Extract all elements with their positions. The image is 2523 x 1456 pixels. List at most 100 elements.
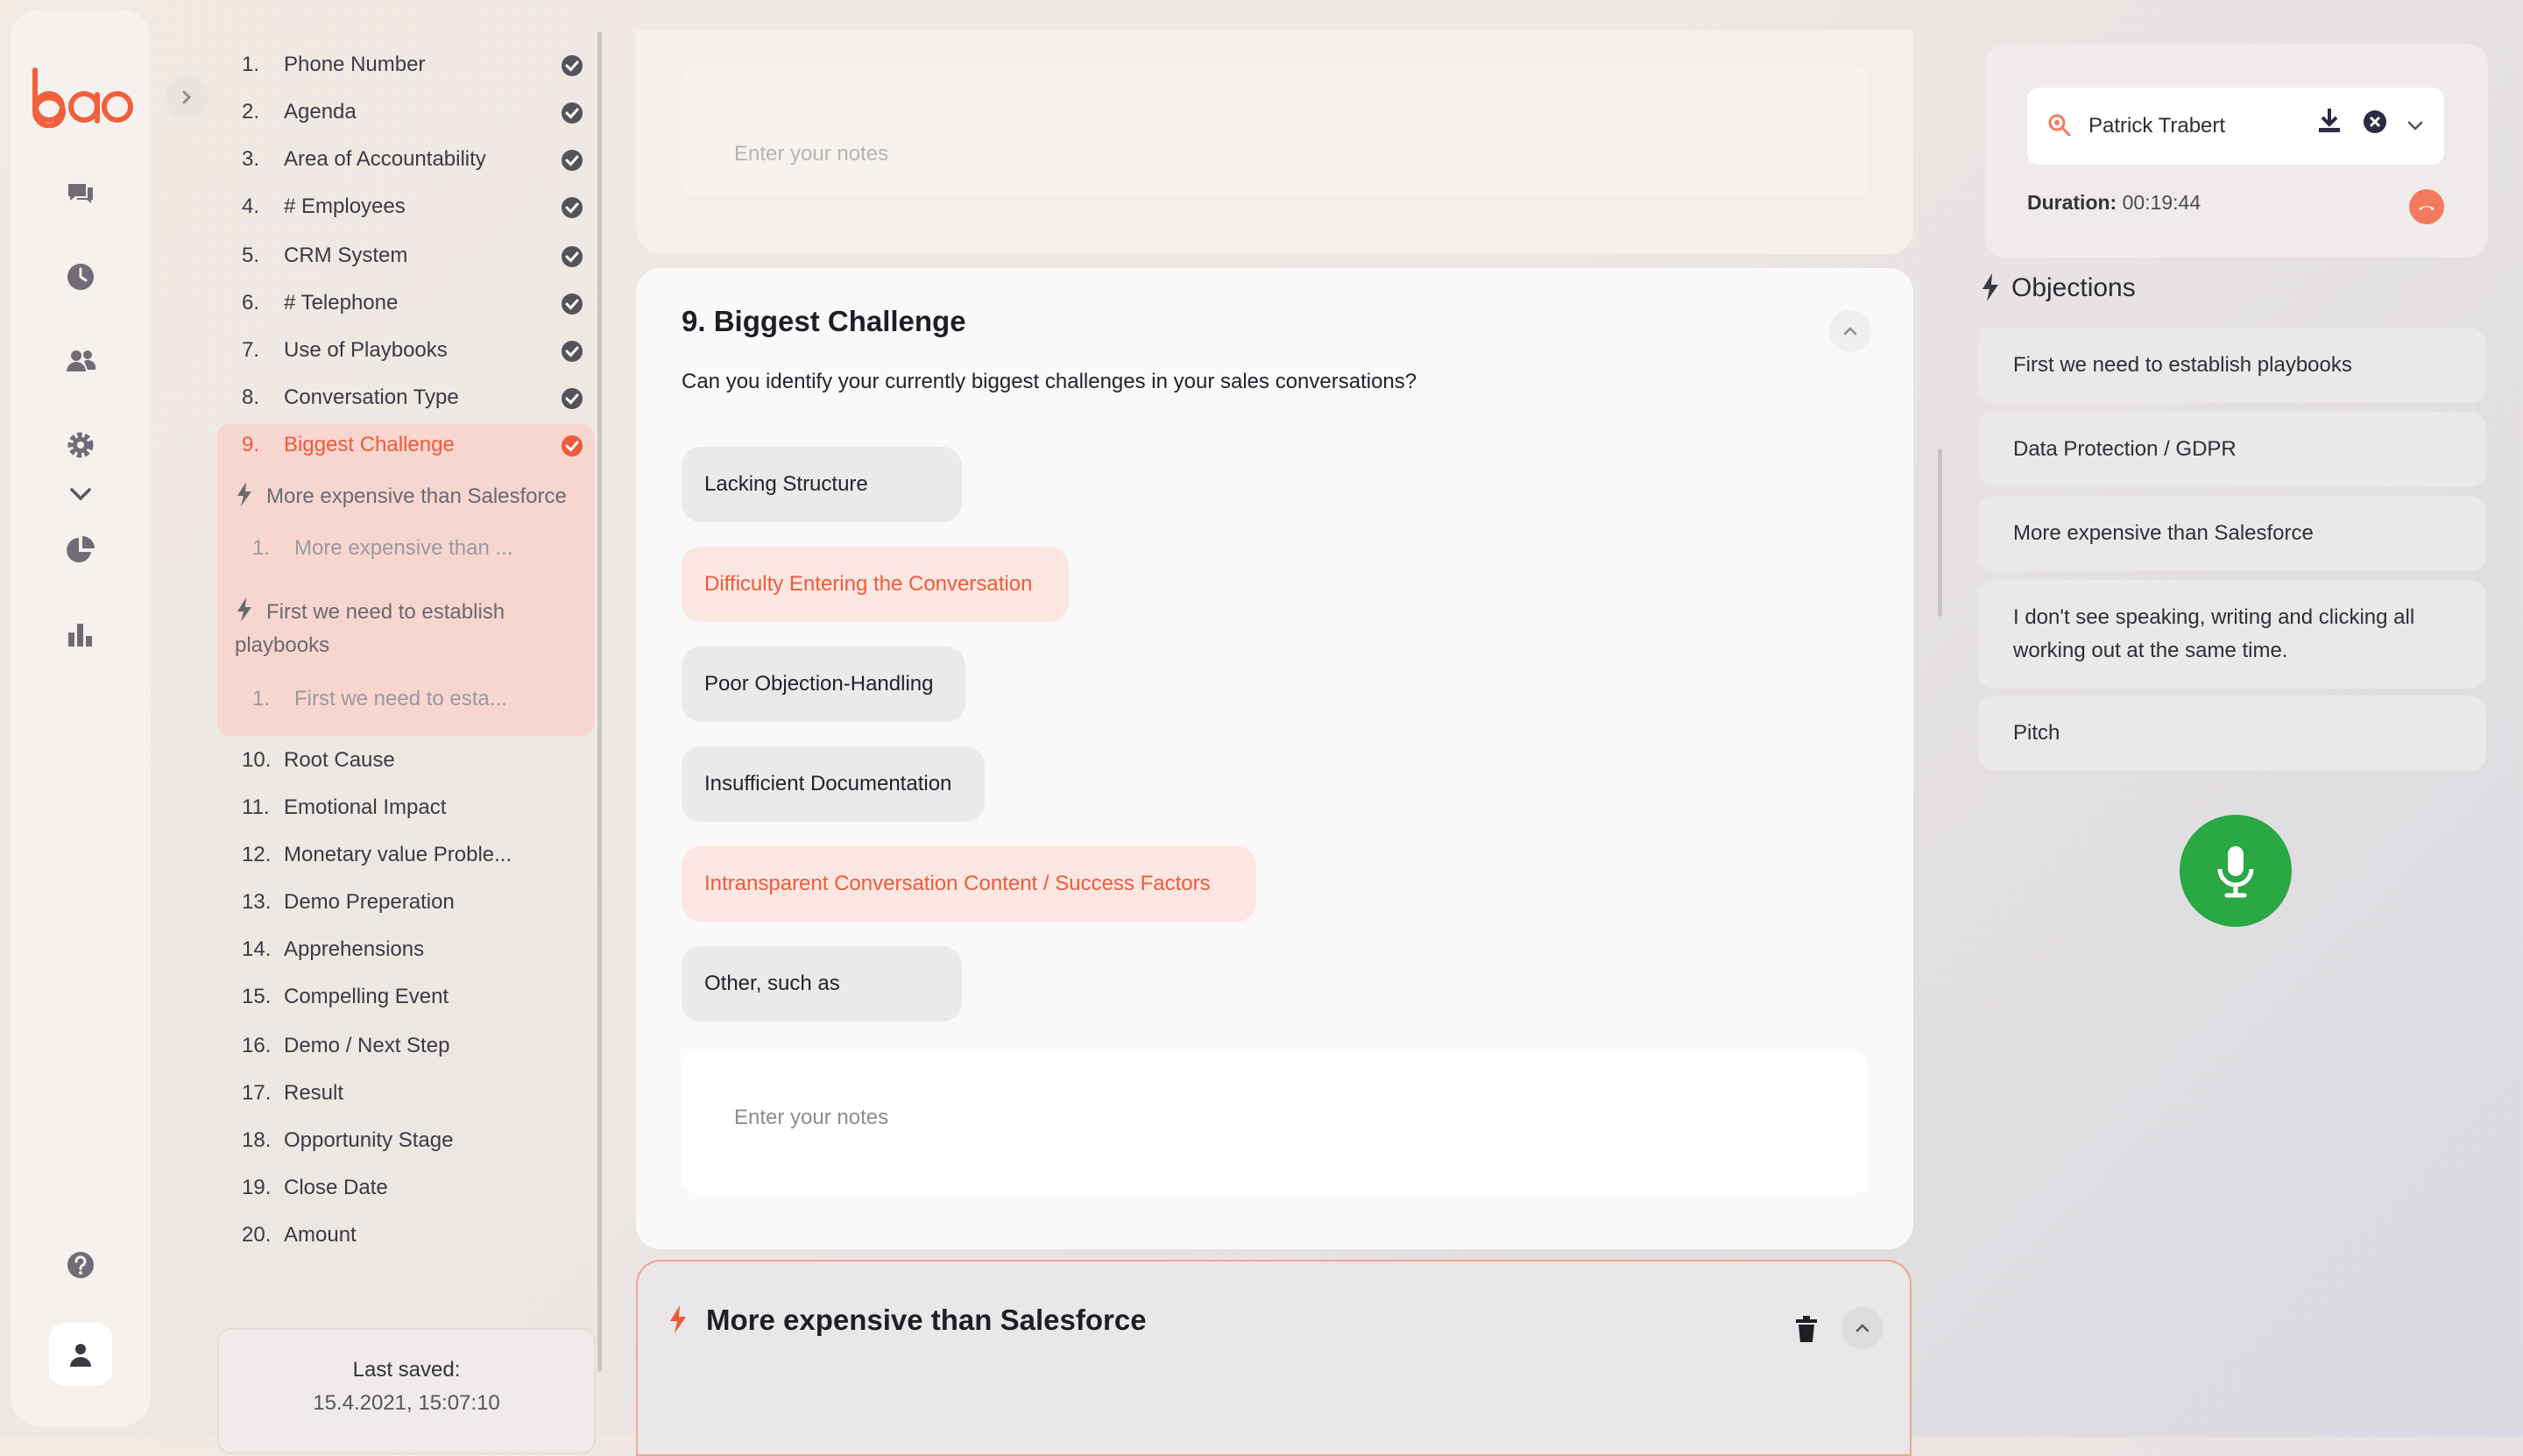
option-chip[interactable]: Lacking Structure — [682, 447, 962, 522]
agenda-item-number: 13. — [242, 890, 272, 914]
objection-item[interactable]: First we need to establish playbooks — [1978, 328, 2486, 403]
agenda-item-number: 3. — [242, 147, 260, 171]
check-circle-icon — [562, 293, 583, 315]
agenda-item-label: Use of Playbooks — [284, 338, 448, 362]
option-chip[interactable]: Insufficient Documentation — [682, 746, 985, 822]
bolt-icon — [1982, 273, 1998, 301]
bolt-icon — [237, 482, 251, 506]
agenda-item-label: Result — [284, 1081, 344, 1105]
agenda-item[interactable]: 13. Demo Preperation — [242, 885, 583, 920]
call-card: Patrick Trabert Duration: 00:19:44 — [1985, 44, 2488, 258]
clear-icon[interactable] — [2362, 109, 2388, 135]
chat-icon[interactable] — [61, 173, 100, 212]
agenda-item[interactable]: 6. # Telephone — [242, 286, 583, 321]
collapse-section-button[interactable] — [1829, 310, 1871, 352]
contact-search-box[interactable]: Patrick Trabert — [2027, 88, 2444, 165]
objection-card: More expensive than Salesforce — [636, 1260, 1912, 1456]
objection-item[interactable]: Data Protection / GDPR — [1978, 412, 2486, 487]
chevron-down-icon[interactable] — [2404, 114, 2427, 137]
agenda-item-label: Phone Number — [284, 53, 426, 76]
trash-icon[interactable] — [1794, 1316, 1819, 1344]
option-chip-selected[interactable]: Intransparent Conversation Content / Suc… — [682, 846, 1256, 922]
nav-rail — [11, 9, 151, 1426]
notes-field[interactable]: Enter your notes — [682, 1051, 1868, 1193]
sub-objection-label: More expensive than Salesforce — [266, 484, 567, 508]
main-scrollbar[interactable] — [1938, 449, 1942, 617]
check-circle-icon — [562, 55, 583, 76]
last-saved-box: Last saved: 15.4.2021, 15:07:10 — [217, 1328, 596, 1454]
sub-step-number: 1. — [252, 687, 271, 710]
objection-item[interactable]: More expensive than Salesforce — [1978, 496, 2486, 571]
agenda-scrollbar[interactable] — [597, 32, 602, 1372]
agenda-item[interactable]: 7. Use of Playbooks — [242, 333, 583, 368]
agenda-item-label: Conversation Type — [284, 385, 459, 409]
agenda-item-number: 6. — [242, 291, 260, 315]
phone-hangup-icon — [2419, 206, 2435, 210]
agenda-item[interactable]: 15. Compelling Event — [242, 979, 583, 1014]
previous-notes-field[interactable]: Enter your notes — [682, 65, 1868, 196]
agenda-item-label: # Employees — [284, 194, 406, 218]
agenda-item-number: 17. — [242, 1081, 272, 1105]
user-avatar-button[interactable] — [49, 1323, 112, 1386]
microphone-button[interactable] — [2180, 815, 2292, 927]
agenda-item-number: 15. — [242, 985, 272, 1008]
collapse-objection-button[interactable] — [1841, 1307, 1883, 1349]
option-chip[interactable]: Other, such as — [682, 946, 962, 1021]
sub-step-label: First we need to esta... — [294, 687, 507, 710]
agenda-item-number: 1. — [242, 53, 260, 76]
clock-icon[interactable] — [61, 258, 100, 296]
active-sub-objection[interactable]: More expensive than Salesforce — [235, 480, 585, 513]
agenda-item[interactable]: 12. Monetary value Proble... — [242, 838, 583, 873]
sub-objection-step[interactable]: 1. First we need to esta... — [252, 687, 507, 711]
duration-label: Duration: — [2027, 191, 2117, 214]
bao-logo[interactable] — [30, 67, 133, 128]
objections-title: Objections — [2011, 273, 2136, 302]
sub-step-label: More expensive than ... — [294, 536, 513, 560]
agenda-item-active[interactable]: 9. Biggest Challenge — [242, 428, 583, 463]
agenda-item[interactable]: 8. Conversation Type — [242, 380, 583, 415]
agenda-item[interactable]: 19. Close Date — [242, 1170, 583, 1205]
agenda-item[interactable]: 16. Demo / Next Step — [242, 1028, 583, 1064]
agenda-item-number: 4. — [242, 194, 260, 218]
bolt-icon — [237, 597, 251, 622]
agenda-item[interactable]: 17. Result — [242, 1076, 583, 1111]
help-icon[interactable] — [61, 1246, 100, 1284]
agenda-item-number: 9. — [242, 433, 260, 456]
active-sub-objection[interactable]: First we need to establish playbooks — [235, 596, 585, 662]
agenda-item[interactable]: 1. Phone Number — [242, 47, 583, 82]
objection-item[interactable]: I don't see speaking, writing and clicki… — [1978, 580, 2486, 689]
agenda-item[interactable]: 20. Amount — [242, 1218, 583, 1253]
objection-item[interactable]: Pitch — [1978, 696, 2486, 771]
agenda-item-number: 7. — [242, 338, 260, 362]
microphone-icon — [2217, 846, 2254, 898]
users-icon[interactable] — [61, 342, 100, 380]
chevron-down-icon[interactable] — [61, 475, 100, 513]
agenda-item-label: Close Date — [284, 1176, 388, 1199]
download-icon[interactable] — [2316, 107, 2343, 135]
check-circle-icon — [562, 246, 583, 267]
agenda-item-number: 5. — [242, 244, 260, 267]
hang-up-button[interactable] — [2409, 189, 2444, 224]
call-duration: Duration: 00:19:44 — [2027, 191, 2201, 215]
pie-chart-icon[interactable] — [61, 531, 100, 569]
gear-icon[interactable] — [61, 426, 100, 464]
agenda-item-number: 12. — [242, 843, 272, 866]
agenda-item[interactable]: 3. Area of Accountability — [242, 142, 583, 177]
expand-sidebar-button[interactable] — [165, 75, 208, 119]
agenda-item[interactable]: 2. Agenda — [242, 95, 583, 130]
previous-section-card: Enter your notes — [636, 30, 1913, 254]
bar-chart-icon[interactable] — [61, 615, 100, 654]
user-avatar-icon — [70, 1344, 91, 1367]
option-chip-selected[interactable]: Difficulty Entering the Conversation — [682, 547, 1069, 622]
agenda-item-number: 20. — [242, 1223, 272, 1247]
agenda-item[interactable]: 14. Apprehensions — [242, 932, 583, 967]
agenda-item[interactable]: 10. Root Cause — [242, 743, 583, 778]
agenda-item-number: 19. — [242, 1176, 272, 1199]
option-chip[interactable]: Poor Objection-Handling — [682, 647, 965, 722]
duration-value: 00:19:44 — [2122, 191, 2201, 214]
sub-objection-step[interactable]: 1. More expensive than ... — [252, 536, 512, 561]
agenda-item[interactable]: 4. # Employees — [242, 189, 583, 224]
agenda-item[interactable]: 5. CRM System — [242, 238, 583, 273]
agenda-item[interactable]: 11. Emotional Impact — [242, 790, 583, 825]
agenda-item[interactable]: 18. Opportunity Stage — [242, 1123, 583, 1158]
